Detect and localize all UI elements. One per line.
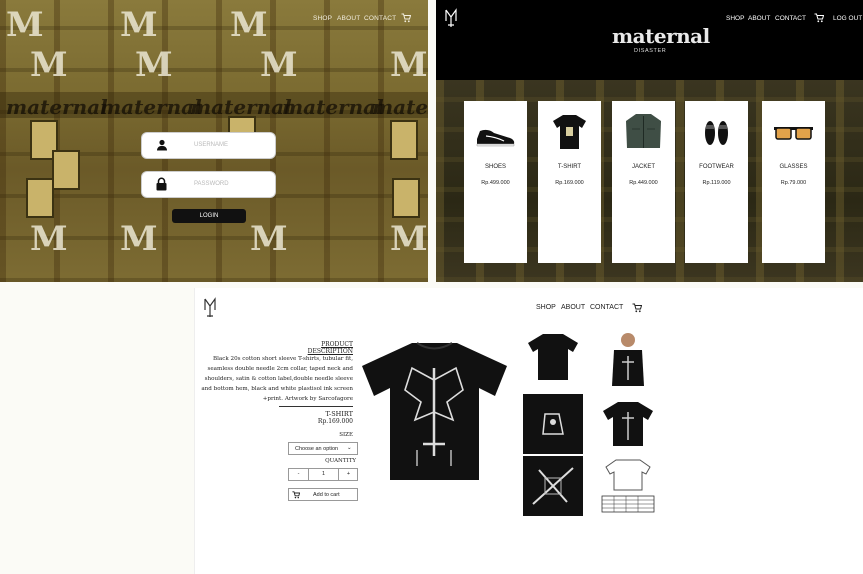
password-placeholder: PASSWORD — [194, 181, 229, 187]
add-to-cart-label: Add to cart — [313, 492, 340, 498]
nav-shop[interactable]: SHOP — [536, 304, 556, 311]
quantity-stepper[interactable]: - 1 + — [288, 468, 358, 481]
monogram-bg: M — [230, 5, 268, 45]
poster-bg — [52, 150, 80, 190]
nav-logout[interactable]: LOG OUT — [833, 15, 862, 22]
product-name: T-SHIRT — [325, 410, 354, 418]
nav-shop[interactable]: SHOP — [313, 15, 332, 22]
gallery-size-chart[interactable] — [598, 456, 658, 516]
user-icon — [157, 139, 167, 151]
product-price: Rp.169.000 — [555, 180, 584, 186]
product-price: Rp.169.000 — [317, 418, 353, 425]
username-field[interactable]: USERNAME — [142, 133, 275, 158]
lock-icon — [156, 177, 167, 191]
login-button[interactable]: LOGIN — [172, 209, 246, 223]
logo-icon[interactable] — [204, 297, 216, 319]
nav-contact[interactable]: CONTACT — [590, 304, 623, 311]
product-price: Rp.449.000 — [629, 180, 658, 186]
monogram-bg: M — [135, 45, 173, 85]
product-price: Rp.79.000 — [780, 180, 807, 186]
product-price: Rp.499.000 — [481, 180, 510, 186]
nav-shop[interactable]: SHOP — [726, 15, 744, 22]
maternal-bg-word: maternal — [372, 95, 428, 119]
slides-icon — [705, 121, 728, 145]
chevron-down-icon: ⌄ — [347, 445, 352, 451]
gallery-tshirt-front[interactable] — [598, 394, 658, 454]
gallery-model-front[interactable] — [598, 328, 658, 388]
size-label: SIZE — [339, 432, 353, 438]
product-panel: SHOP ABOUT CONTACT PRODUCT DESCRIPTION B… — [194, 288, 863, 574]
monogram-bg: M — [260, 45, 298, 85]
quantity-value[interactable]: 1 — [309, 469, 338, 480]
monogram-bg: M — [390, 219, 428, 259]
product-card-tshirt[interactable]: T-SHIRT Rp.169.000 — [538, 101, 601, 263]
gallery-folded-print[interactable] — [523, 394, 583, 454]
monogram-bg: M — [30, 45, 68, 85]
nav-about[interactable]: ABOUT — [337, 15, 360, 22]
monogram-bg: M — [120, 5, 158, 45]
maternal-bg-word: maternal — [282, 95, 384, 119]
nav-about[interactable]: ABOUT — [561, 304, 585, 311]
monogram-bg: M — [6, 5, 44, 45]
decrement-button[interactable]: - — [289, 469, 309, 480]
divider — [279, 406, 353, 407]
quantity-label: QUANTITY — [325, 458, 356, 464]
shop-panel: maternal DISASTER SHOP ABOUT CONTACT LOG… — [436, 0, 863, 282]
nav-contact[interactable]: CONTACT — [775, 15, 806, 22]
logo-icon[interactable] — [445, 8, 457, 28]
product-card-glasses[interactable]: GLASSES Rp.79.000 — [762, 101, 825, 263]
poster-bg — [392, 178, 420, 218]
product-name: FOOTWEAR — [699, 164, 734, 170]
add-to-cart-button[interactable]: Add to cart — [288, 488, 358, 501]
size-select[interactable]: Choose an option ⌄ — [288, 442, 358, 455]
username-placeholder: USERNAME — [194, 142, 229, 148]
product-name: SHOES — [484, 164, 506, 170]
description-heading: PRODUCT DESCRIPTION — [307, 341, 353, 355]
maternal-bg-word: maternal — [100, 95, 202, 119]
nav-about[interactable]: ABOUT — [748, 15, 770, 22]
password-field[interactable]: PASSWORD — [142, 172, 275, 197]
sneaker-icon — [476, 129, 515, 147]
increment-button[interactable]: + — [338, 469, 358, 480]
monogram-bg: M — [120, 219, 158, 259]
product-name: JACKET — [631, 164, 655, 170]
maternal-bg-word: maternal — [6, 95, 108, 119]
gallery-print-detail[interactable] — [523, 456, 583, 516]
monogram-bg: M — [250, 219, 288, 259]
nav-contact[interactable]: CONTACT — [364, 15, 396, 22]
monogram-bg: M — [390, 45, 428, 85]
tshirt-icon — [553, 115, 586, 149]
poster-bg — [26, 178, 54, 218]
jacket-icon — [626, 114, 661, 148]
product-name: T-SHIRT — [557, 164, 582, 170]
shop-header: maternal DISASTER SHOP ABOUT CONTACT LOG… — [436, 0, 863, 80]
monogram-bg: M — [30, 219, 68, 259]
gallery-tshirt-back[interactable] — [523, 328, 583, 388]
size-select-value: Choose an option — [295, 446, 339, 452]
login-panel: M M M M M M M M M M M maternal maternal … — [0, 0, 428, 282]
poster-bg — [390, 120, 418, 160]
cart-icon[interactable] — [401, 13, 411, 23]
brand-subtitle: DISASTER — [634, 48, 667, 54]
sunglasses-icon — [774, 127, 813, 140]
product-card-jacket[interactable]: JACKET Rp.449.000 — [612, 101, 675, 263]
product-price: Rp.119.000 — [702, 180, 731, 186]
main-product-image[interactable] — [357, 338, 512, 483]
product-description: Black 20s cotton short sleeve T-shirts, … — [201, 356, 353, 402]
cart-icon[interactable] — [814, 13, 824, 23]
product-card-footwear[interactable]: FOOTWEAR Rp.119.000 — [685, 101, 748, 263]
cart-icon[interactable] — [632, 303, 642, 313]
cart-icon — [292, 491, 300, 499]
product-card-shoes[interactable]: SHOES Rp.499.000 — [464, 101, 527, 263]
product-name: GLASSES — [779, 164, 808, 170]
brand-title: maternal — [612, 24, 710, 48]
